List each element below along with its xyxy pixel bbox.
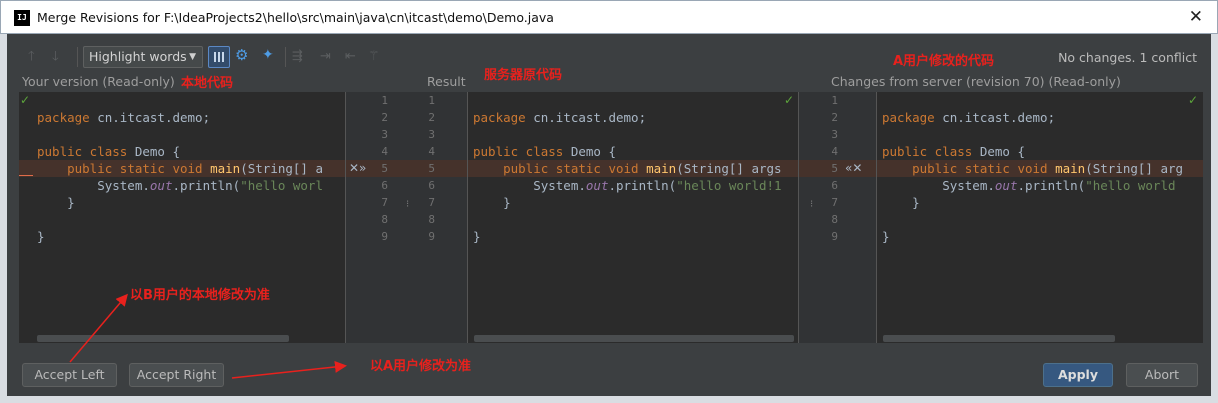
accept-left-button[interactable]: Accept Left	[22, 363, 117, 387]
abort-button[interactable]: Abort	[1126, 363, 1198, 387]
accept-right-button[interactable]: Accept Right	[129, 363, 224, 387]
arrow-to-right-note	[231, 360, 347, 379]
annotation-accept-left: 以B用户的本地修改为准	[130, 288, 270, 303]
arrow-to-left-note	[69, 293, 128, 363]
apply-button[interactable]: Apply	[1043, 363, 1113, 387]
annotation-accept-right: 以A用户修改为准	[370, 359, 472, 374]
annotation-arrows	[69, 293, 347, 379]
